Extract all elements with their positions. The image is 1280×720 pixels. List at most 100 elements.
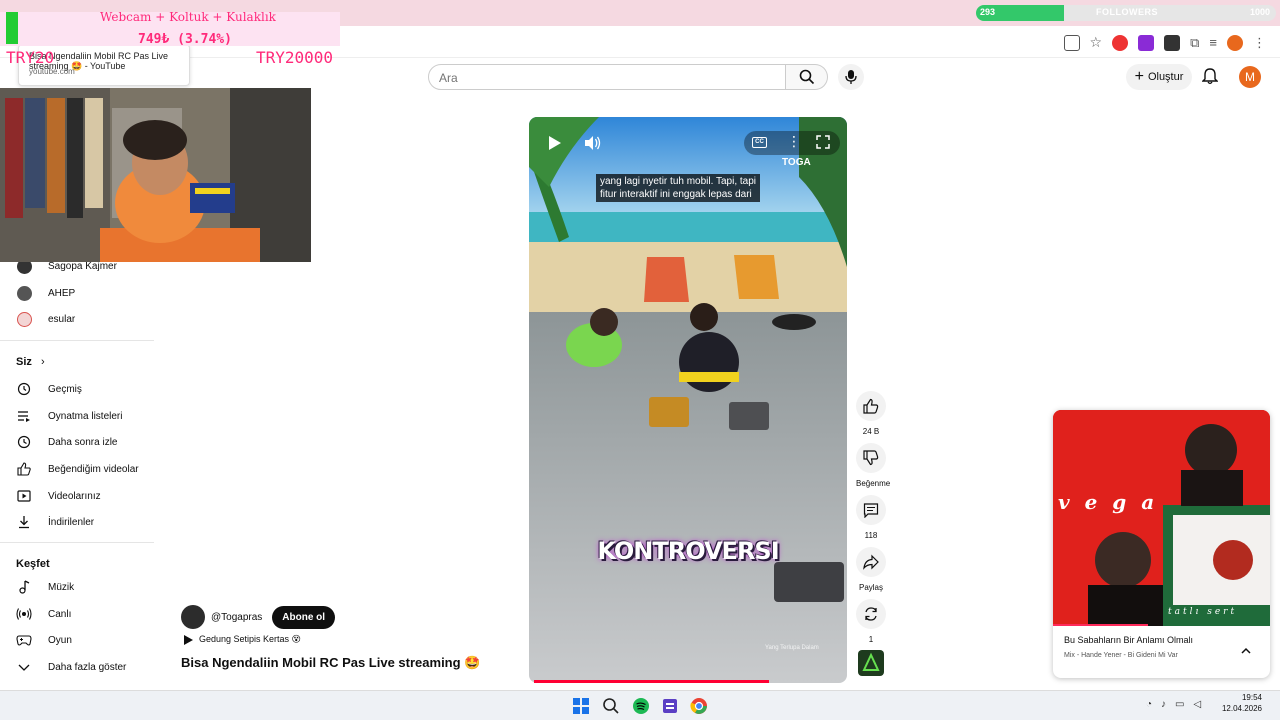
sidebar-item-playlists[interactable]: Oynatma listeleri: [16, 408, 122, 424]
webcam-overlay: [0, 88, 311, 262]
volume-button[interactable]: [584, 135, 602, 156]
search-button[interactable]: [786, 64, 828, 90]
like-count: 24 B: [862, 427, 880, 436]
sidebar-item-esular[interactable]: esular: [16, 311, 75, 327]
sidebar-item-liked[interactable]: Beğendiğim videolar: [16, 461, 139, 477]
menu-icon[interactable]: ⋮: [1253, 35, 1266, 51]
sidebar-item-downloads[interactable]: İndirilenler: [16, 514, 94, 530]
sidebar-item-label: Oyun: [48, 634, 72, 646]
remix-action[interactable]: 1: [856, 599, 886, 644]
sidebar-item-label: Canlı: [48, 608, 72, 620]
channel-avatar[interactable]: [181, 605, 205, 629]
followers-goal: 1000: [1249, 7, 1270, 17]
sidebar-item-label: esular: [48, 313, 76, 325]
fullscreen-button[interactable]: [815, 134, 831, 155]
monitor-icon[interactable]: ▭: [1175, 699, 1184, 710]
taskbar-clock[interactable]: 19:54 12.04.2026: [1222, 692, 1262, 714]
album-art-subtitle: tatlı sert: [1168, 607, 1238, 617]
create-button[interactable]: + Oluştur: [1126, 64, 1192, 90]
play-icon: [549, 136, 561, 150]
like-icon: [17, 462, 31, 476]
chrome-icon[interactable]: [690, 697, 708, 715]
mic-tray-icon[interactable]: ♪: [1161, 699, 1166, 710]
channel-avatar: [16, 285, 32, 301]
sidebar-item-music[interactable]: Müzik: [16, 579, 74, 595]
volume-tray-icon[interactable]: ◁: [1194, 699, 1202, 710]
account-avatar[interactable]: M: [1239, 66, 1261, 88]
donation-goal-start: TRY20: [6, 48, 55, 67]
channel-name[interactable]: @Togapras: [211, 612, 262, 623]
bookmark-star-icon[interactable]: ☆: [1090, 34, 1103, 51]
remix-count: 1: [868, 635, 874, 644]
donation-goal-widget: Webcam + Koltuk + Kulaklık 749₺ (3.74%): [0, 10, 340, 47]
chevron-up-icon: [1241, 647, 1251, 654]
network-icon[interactable]: ◔: [1146, 699, 1152, 710]
more-options-icon[interactable]: ⋮: [787, 133, 801, 150]
profile-icon[interactable]: [1227, 34, 1243, 51]
extension-red-icon[interactable]: [1112, 34, 1129, 51]
spotify-icon[interactable]: [632, 697, 650, 715]
video-caption: yang lagi nyetir tuh mobil. Tapi, tapi f…: [596, 174, 761, 202]
spotify-now-playing-card[interactable]: v e g a tatlı sert Bu Sabahların Bir Anl…: [1053, 410, 1270, 678]
audio-label: Gedung Setipis Kertas 😵: [199, 634, 301, 644]
donation-amount: 749₺ (3.74%): [138, 32, 232, 47]
sidebar-item-label: Beğendiğim videolar: [48, 463, 139, 475]
subscribe-button[interactable]: Abone ol: [272, 605, 336, 629]
sidebar-item-live[interactable]: Canlı: [16, 606, 71, 622]
you-heading-label: Siz: [16, 356, 32, 368]
channel-logo-overlay: TOGA: [782, 157, 811, 168]
puzzle-icon[interactable]: ⧉: [1190, 35, 1199, 51]
mic-icon: [845, 70, 857, 84]
sidebar-item-label: Daha fazla göster: [48, 661, 127, 673]
share-action[interactable]: Paylaş: [856, 547, 886, 592]
video-overlay-text: KONTROVERSI: [597, 537, 779, 565]
audio-row[interactable]: Gedung Setipis Kertas 😵: [183, 634, 301, 645]
system-tray: ◔ ♪ ▭ ◁: [1146, 699, 1201, 710]
voice-search-button[interactable]: [838, 64, 864, 90]
download-icon: [19, 516, 29, 529]
video-progress-bar[interactable]: [534, 680, 769, 683]
sidebar-item-your-videos[interactable]: Videolarınız: [16, 488, 101, 504]
followers-current: 293: [980, 7, 996, 17]
search-input[interactable]: [429, 65, 785, 91]
audio-thumbnail[interactable]: [858, 650, 884, 676]
create-label: Oluştur: [1147, 71, 1184, 83]
volume-icon: [585, 136, 601, 150]
sidebar-show-more[interactable]: Daha fazla göster: [16, 659, 126, 675]
plus-icon: +: [1134, 68, 1144, 85]
sidebar-item-watch-later[interactable]: Daha sonra izle: [16, 434, 117, 450]
install-icon[interactable]: [1063, 34, 1080, 51]
play-button[interactable]: [548, 135, 562, 156]
clock-icon: [17, 435, 31, 449]
sidebar-item-label: İndirilenler: [48, 516, 95, 528]
search-icon[interactable]: [602, 697, 620, 715]
chevron-down-icon: [18, 664, 30, 671]
extension-dark-icon[interactable]: [1164, 34, 1181, 51]
sidebar-item-label: Sagopa Kajmer: [48, 260, 117, 272]
notifications-button[interactable]: [1201, 67, 1219, 90]
comment-icon: [863, 503, 879, 518]
comments-action[interactable]: 118: [856, 495, 886, 540]
sidebar-item-label: Geçmiş: [48, 383, 82, 395]
sidebar-item-history[interactable]: Geçmiş: [16, 381, 82, 397]
search-icon: [799, 69, 814, 85]
channel-row: @Togapras Abone ol: [181, 605, 336, 629]
dislike-action[interactable]: Beğenme: [856, 443, 890, 488]
expand-button[interactable]: [1240, 644, 1252, 662]
captions-icon[interactable]: CC: [752, 137, 767, 148]
video-title: Bisa Ngendaliin Mobil RC Pas Live stream…: [181, 655, 481, 670]
search-box[interactable]: [428, 64, 786, 91]
share-label: Paylaş: [858, 583, 883, 592]
history-icon: [17, 382, 31, 396]
channel-avatar: [16, 311, 32, 327]
sidebar-you-heading[interactable]: Siz ›: [16, 356, 45, 368]
stream-app-icon[interactable]: [661, 697, 679, 715]
extension-purple-icon[interactable]: [1138, 34, 1155, 51]
album-art-image: [1053, 410, 1270, 626]
reading-list-icon[interactable]: ≡: [1209, 35, 1217, 50]
windows-start-icon[interactable]: [572, 697, 590, 715]
spotify-progress[interactable]: [1053, 624, 1148, 626]
sidebar-item-gaming[interactable]: Oyun: [16, 632, 72, 648]
like-action[interactable]: 24 B: [856, 391, 886, 436]
sidebar-item-ahep[interactable]: AHEP: [16, 285, 75, 301]
